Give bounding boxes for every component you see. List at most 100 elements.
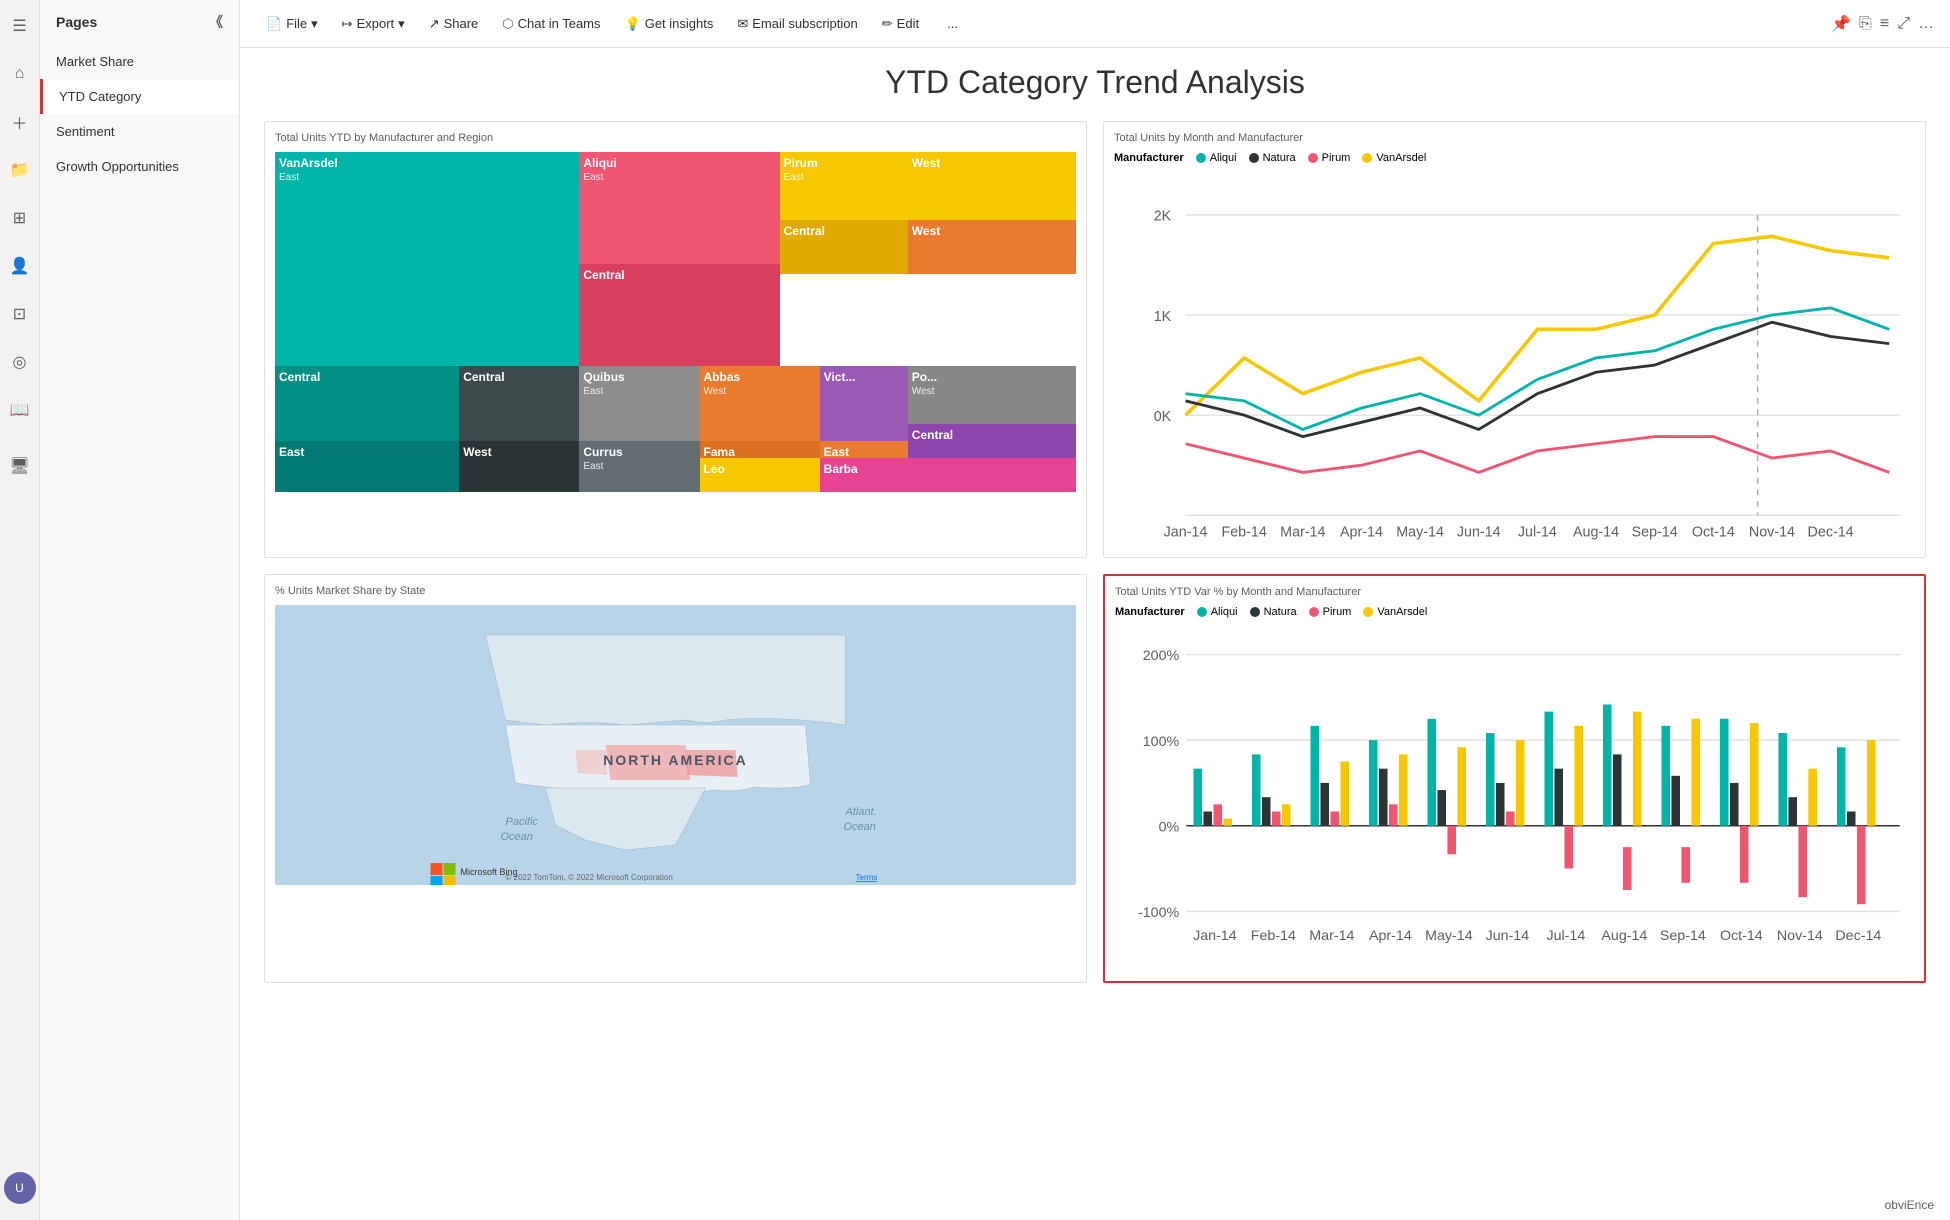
email-subscription-button[interactable]: ✉ Email subscription [727, 10, 867, 38]
treemap-title: Total Units YTD by Manufacturer and Regi… [275, 132, 1076, 144]
icon-sidebar: ☰ ⌂ ＋ 📁 ⊞ 👤 ⊡ ◎ 📖 🖥 U [0, 0, 40, 1220]
svg-text:200%: 200% [1143, 648, 1180, 664]
folder-icon[interactable]: 📁 [2, 152, 38, 188]
treemap[interactable]: VanArsdel East Central East Aliqui East [275, 152, 1076, 492]
treemap-cell-aliqui-east[interactable]: Aliqui East [579, 152, 779, 264]
svg-text:Pacific: Pacific [506, 816, 539, 828]
expand-icon[interactable]: ⤢ [1897, 15, 1910, 33]
person-icon[interactable]: 👤 [2, 248, 38, 284]
treemap-cell-pirum-central[interactable]: Central [780, 220, 908, 274]
treemap-cell-victoria[interactable]: Vict... [820, 366, 908, 441]
treemap-cell-pirum-east[interactable]: Pirum East [780, 152, 908, 220]
dashboard: YTD Category Trend Analysis Total Units … [240, 48, 1950, 1220]
legend-vanarsdel: VanArsdel [1362, 152, 1426, 164]
svg-text:Jul-14: Jul-14 [1518, 525, 1557, 541]
file-button[interactable]: 📄 File ▾ [256, 10, 328, 38]
treemap-cell-orange-central[interactable]: West [908, 220, 1076, 274]
table-icon[interactable]: ⊞ [2, 200, 38, 236]
bar-legend-natura: Natura [1250, 606, 1297, 618]
svg-text:May-14: May-14 [1425, 928, 1473, 944]
edit-button[interactable]: ✏ Edit [872, 10, 929, 38]
bar-legend-vanarsdel: VanArsdel [1363, 606, 1427, 618]
hamburger-icon[interactable]: ☰ [2, 8, 38, 44]
svg-text:Apr-14: Apr-14 [1340, 525, 1383, 541]
svg-text:100%: 100% [1143, 734, 1180, 750]
bar-natura-label: Natura [1264, 606, 1297, 618]
charts-grid: Total Units YTD by Manufacturer and Regi… [264, 121, 1926, 983]
line-chart-container: Total Units by Month and Manufacturer Ma… [1103, 121, 1926, 558]
treemap-cell-currus[interactable]: Currus East [579, 441, 699, 492]
share-button[interactable]: ↗ Share [419, 10, 489, 38]
svg-text:Jun-14: Jun-14 [1486, 928, 1530, 944]
treemap-cell-po[interactable]: Po... West [908, 366, 1076, 424]
bar-legend-manufacturer-label: Manufacturer [1115, 606, 1185, 618]
svg-text:1K: 1K [1154, 309, 1172, 325]
treemap-cell-quibus[interactable]: Quibus East [579, 366, 699, 441]
bar-aliqui-dot [1197, 607, 1207, 617]
export-button[interactable]: ↦ Export ▾ [332, 10, 415, 38]
monitor-icon[interactable]: 🖥 [2, 448, 38, 484]
grid-icon[interactable]: ⊡ [2, 296, 38, 332]
svg-text:Apr-14: Apr-14 [1369, 928, 1412, 944]
treemap-cell-vanarsdel-east[interactable]: VanArsdel East [275, 152, 579, 366]
compass-icon[interactable]: ◎ [2, 344, 38, 380]
bar-legend-aliqui: Aliqui [1197, 606, 1238, 618]
get-insights-button[interactable]: 💡 Get insights [615, 10, 724, 38]
svg-text:NORTH AMERICA: NORTH AMERICA [603, 752, 747, 768]
legend-aliqui: Aliqui [1196, 152, 1237, 164]
bar-legend-pirum: Pirum [1309, 606, 1352, 618]
chat-in-teams-button[interactable]: ⬡ Chat in Teams [492, 10, 610, 38]
svg-text:May-14: May-14 [1396, 525, 1444, 541]
file-dropdown-icon: ▾ [311, 16, 318, 32]
share-icon: ↗ [429, 16, 440, 32]
page-item-growth-opportunities[interactable]: Growth Opportunities [40, 149, 239, 184]
line-chart-title: Total Units by Month and Manufacturer [1114, 132, 1915, 144]
email-icon: ✉ [737, 16, 748, 32]
add-icon[interactable]: ＋ [2, 104, 38, 140]
svg-text:Dec-14: Dec-14 [1808, 525, 1854, 541]
teams-icon: ⬡ [502, 16, 513, 32]
svg-text:Nov-14: Nov-14 [1777, 928, 1823, 944]
pages-header: Pages 《 [40, 0, 239, 44]
filter-icon[interactable]: ≡ [1880, 15, 1889, 33]
more-options-button[interactable]: ... [937, 10, 968, 37]
svg-text:Feb-14: Feb-14 [1222, 525, 1267, 541]
treemap-cell-vanarsdel-central[interactable]: Central [275, 366, 459, 441]
natura-dot [1249, 153, 1259, 163]
legend-pirum: Pirum [1308, 152, 1351, 164]
treemap-cell-leo[interactable]: Leo [700, 458, 820, 492]
svg-text:Ocean: Ocean [501, 831, 533, 843]
treemap-chart-container: Total Units YTD by Manufacturer and Regi… [264, 121, 1087, 558]
treemap-cell-natura[interactable]: Central [459, 366, 579, 441]
book-icon[interactable]: 📖 [2, 392, 38, 428]
treemap-cell-aliqui-central[interactable]: Central [579, 264, 779, 366]
export-icon: ↦ [342, 16, 353, 32]
svg-text:Oct-14: Oct-14 [1692, 525, 1735, 541]
avatar[interactable]: U [4, 1172, 36, 1204]
more-actions-icon[interactable]: … [1918, 15, 1934, 33]
treemap-cell-vanarsdel-west[interactable]: East [275, 441, 459, 492]
copy-icon[interactable]: ⎘ [1859, 15, 1872, 33]
treemap-cell-pirum-west[interactable]: West [908, 152, 1076, 220]
bar-natura-dot [1250, 607, 1260, 617]
map-chart-container: % Units Market Share by State [264, 574, 1087, 983]
treemap-cell-barba[interactable]: Barba [820, 458, 1076, 492]
page-item-sentiment[interactable]: Sentiment [40, 114, 239, 149]
svg-text:Aug-14: Aug-14 [1601, 928, 1647, 944]
bar-vanarsdel-label: VanArsdel [1377, 606, 1427, 618]
treemap-cell-natura-west[interactable]: West [459, 441, 579, 492]
treemap-cell-central-purple[interactable]: Central [908, 424, 1076, 458]
main-content: 📄 File ▾ ↦ Export ▾ ↗ Share ⬡ Chat in Te… [240, 0, 1950, 1220]
map-title: % Units Market Share by State [275, 585, 1076, 597]
page-item-ytd-category[interactable]: YTD Category [40, 79, 239, 114]
svg-text:Mar-14: Mar-14 [1280, 525, 1325, 541]
collapse-pages-button[interactable]: 《 [209, 12, 223, 32]
home-icon[interactable]: ⌂ [2, 56, 38, 92]
page-item-market-share[interactable]: Market Share [40, 44, 239, 79]
treemap-cell-abbas[interactable]: Abbas West [700, 366, 820, 441]
svg-text:Feb-14: Feb-14 [1251, 928, 1296, 944]
map-svg: NORTH AMERICA Pacific Ocean Atlant. Ocea… [275, 605, 1076, 885]
svg-text:Ocean: Ocean [844, 821, 876, 833]
pin-icon[interactable]: 📌 [1831, 14, 1851, 34]
vanarsdel-dot [1362, 153, 1372, 163]
